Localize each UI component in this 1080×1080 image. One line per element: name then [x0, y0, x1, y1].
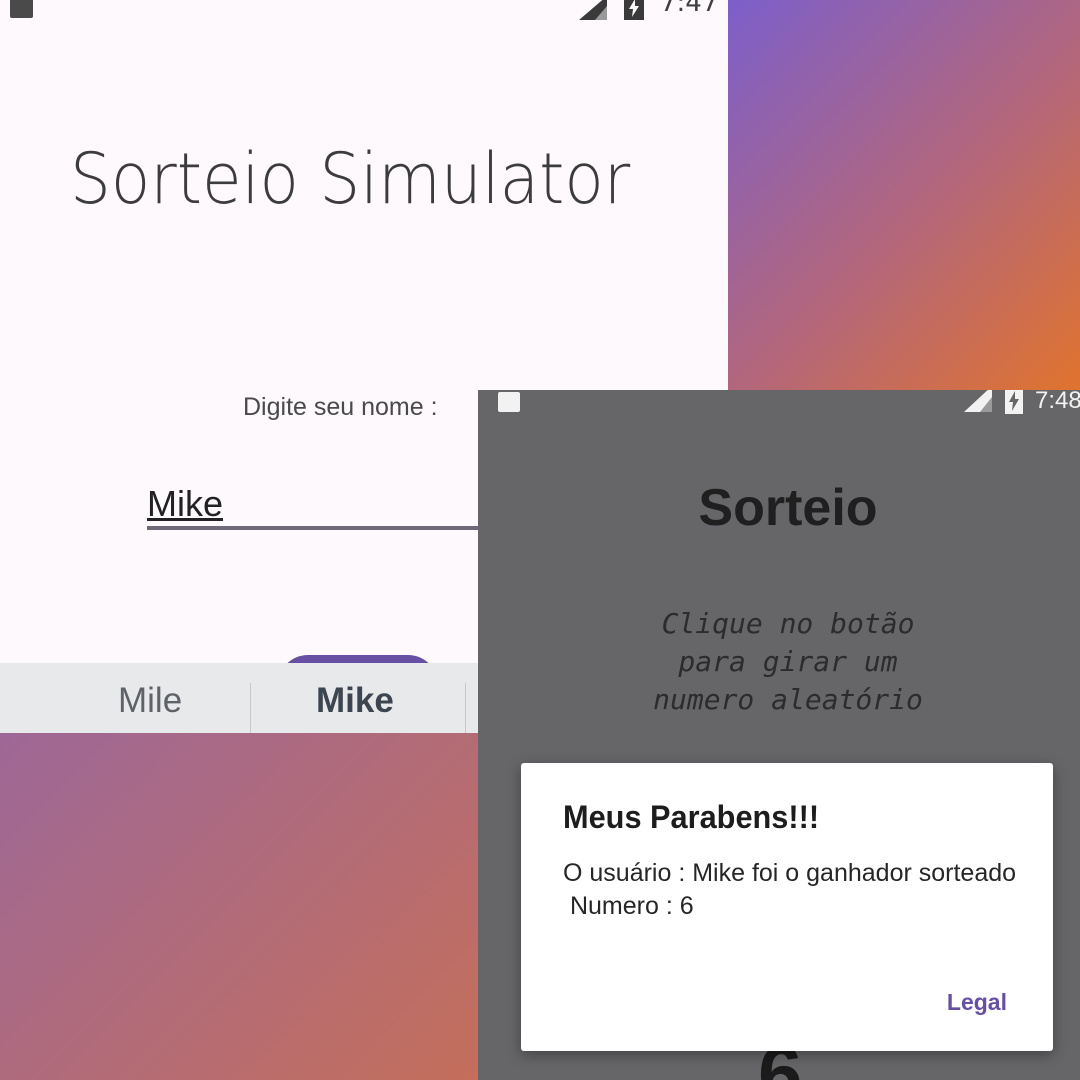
dialog-title: Meus Parabens!!! [563, 799, 820, 835]
dialog-message: O usuário : Mike foi o ganhador sorteado… [563, 859, 1017, 920]
sd-card-icon [498, 392, 520, 412]
status-time: 7:47 [660, 0, 719, 18]
signal-icon [964, 390, 992, 412]
winner-dialog: Meus Parabens!!! O usuário : Mike foi o … [521, 763, 1053, 1051]
suggestion-divider [465, 683, 466, 733]
battery-charging-icon [624, 0, 644, 20]
gradient-panel [728, 0, 1080, 390]
signal-icon [579, 0, 607, 20]
sd-card-icon [10, 0, 33, 18]
dialog-ok-button[interactable]: Legal [947, 989, 1007, 1016]
battery-charging-icon [1005, 390, 1023, 414]
name-label: Digite seu nome : [243, 393, 438, 421]
instructions-text: Clique no botão para girar um numero ale… [653, 607, 923, 716]
app-title: Sorteio Simulator [70, 138, 631, 220]
page-title: Sorteio [698, 479, 878, 537]
suggestion-divider [250, 683, 251, 733]
input-underline [147, 526, 487, 530]
suggestion-mike[interactable]: Mike [316, 681, 394, 721]
status-time: 7:48 [1035, 390, 1080, 414]
name-input[interactable] [147, 480, 487, 528]
suggestion-mile[interactable]: Mile [118, 681, 182, 721]
status-bar: 7:47 [0, 0, 728, 20]
